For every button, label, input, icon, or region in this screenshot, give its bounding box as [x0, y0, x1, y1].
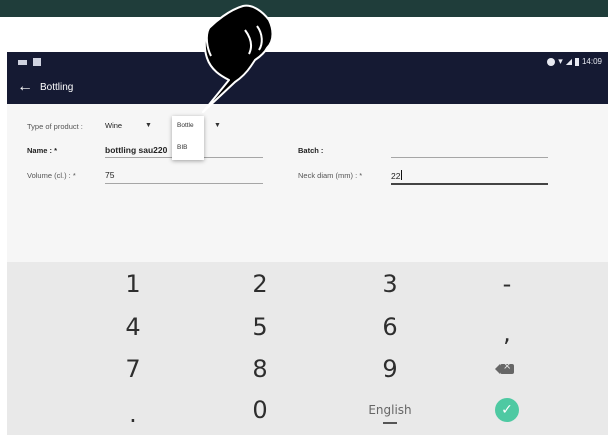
neck-diam-label: Neck diam (mm) : *: [298, 171, 363, 180]
neck-diam-value: 22: [391, 171, 401, 181]
wifi-icon: ▾: [558, 56, 563, 66]
keyboard-icon: [18, 59, 27, 65]
key-7[interactable]: 7: [103, 351, 163, 387]
language-indicator: [383, 422, 397, 424]
key-4[interactable]: 4: [103, 309, 163, 345]
back-arrow-icon[interactable]: ←: [17, 78, 33, 96]
status-bar: ▾ ◢ 14:09: [7, 52, 608, 74]
dropdown-option-bottle[interactable]: Bottle: [177, 122, 194, 129]
key-comma[interactable]: ,: [477, 315, 537, 351]
name-field[interactable]: bottling sau220: [105, 145, 167, 155]
type-select-chevron-icon[interactable]: ▼: [145, 122, 152, 129]
container-dropdown-menu: Bottle BIB: [172, 116, 204, 160]
key-period[interactable]: .: [103, 396, 163, 432]
container-select-chevron-icon[interactable]: ▼: [214, 122, 221, 129]
batch-label: Batch :: [298, 146, 324, 155]
key-done[interactable]: ✓: [477, 392, 537, 428]
key-3[interactable]: 3: [360, 266, 420, 302]
volume-label: Volume (cl.) : *: [27, 171, 76, 180]
app-bar: ← Bottling: [7, 74, 608, 104]
dropdown-option-bib[interactable]: BIB: [177, 144, 187, 151]
neck-diam-field-underline: [391, 183, 548, 185]
key-2[interactable]: 2: [230, 266, 290, 302]
key-1[interactable]: 1: [103, 266, 163, 302]
key-6[interactable]: 6: [360, 309, 420, 345]
key-0[interactable]: 0: [230, 392, 290, 428]
clock-time: 14:09: [581, 57, 602, 66]
bottling-form: Type of product : Wine ▼ ▼ Name : * bott…: [7, 104, 608, 262]
key-delete[interactable]: [477, 351, 537, 387]
signal-icon: ◢: [565, 57, 572, 66]
page-title: Bottling: [40, 82, 74, 93]
image-icon: [33, 58, 41, 66]
key-5[interactable]: 5: [230, 309, 290, 345]
key-language[interactable]: English: [360, 392, 420, 428]
type-select-value[interactable]: Wine: [105, 121, 122, 130]
batch-field-underline: [391, 157, 548, 158]
text-cursor: [401, 170, 403, 180]
pointing-hand-icon: [202, 4, 274, 113]
neck-diam-field[interactable]: 22: [391, 170, 403, 181]
backspace-icon: [495, 361, 514, 374]
key-minus[interactable]: -: [477, 266, 537, 302]
numeric-keyboard: 1 2 3 - 4 5 6 , 7 8 9 . 0 English ✓: [7, 262, 608, 435]
dnd-icon: [547, 57, 556, 66]
type-of-product-label: Type of product :: [27, 122, 83, 131]
tablet-screen: ▾ ◢ 14:09 ← Bottling Type of product : W…: [7, 52, 608, 435]
key-9[interactable]: 9: [360, 351, 420, 387]
language-label: English: [368, 403, 412, 417]
battery-icon: [574, 57, 579, 66]
volume-field[interactable]: 75: [105, 170, 114, 180]
top-banner: [0, 0, 608, 17]
volume-field-underline: [105, 183, 263, 184]
name-label: Name : *: [27, 146, 58, 155]
key-8[interactable]: 8: [230, 351, 290, 387]
checkmark-icon: ✓: [495, 398, 519, 422]
